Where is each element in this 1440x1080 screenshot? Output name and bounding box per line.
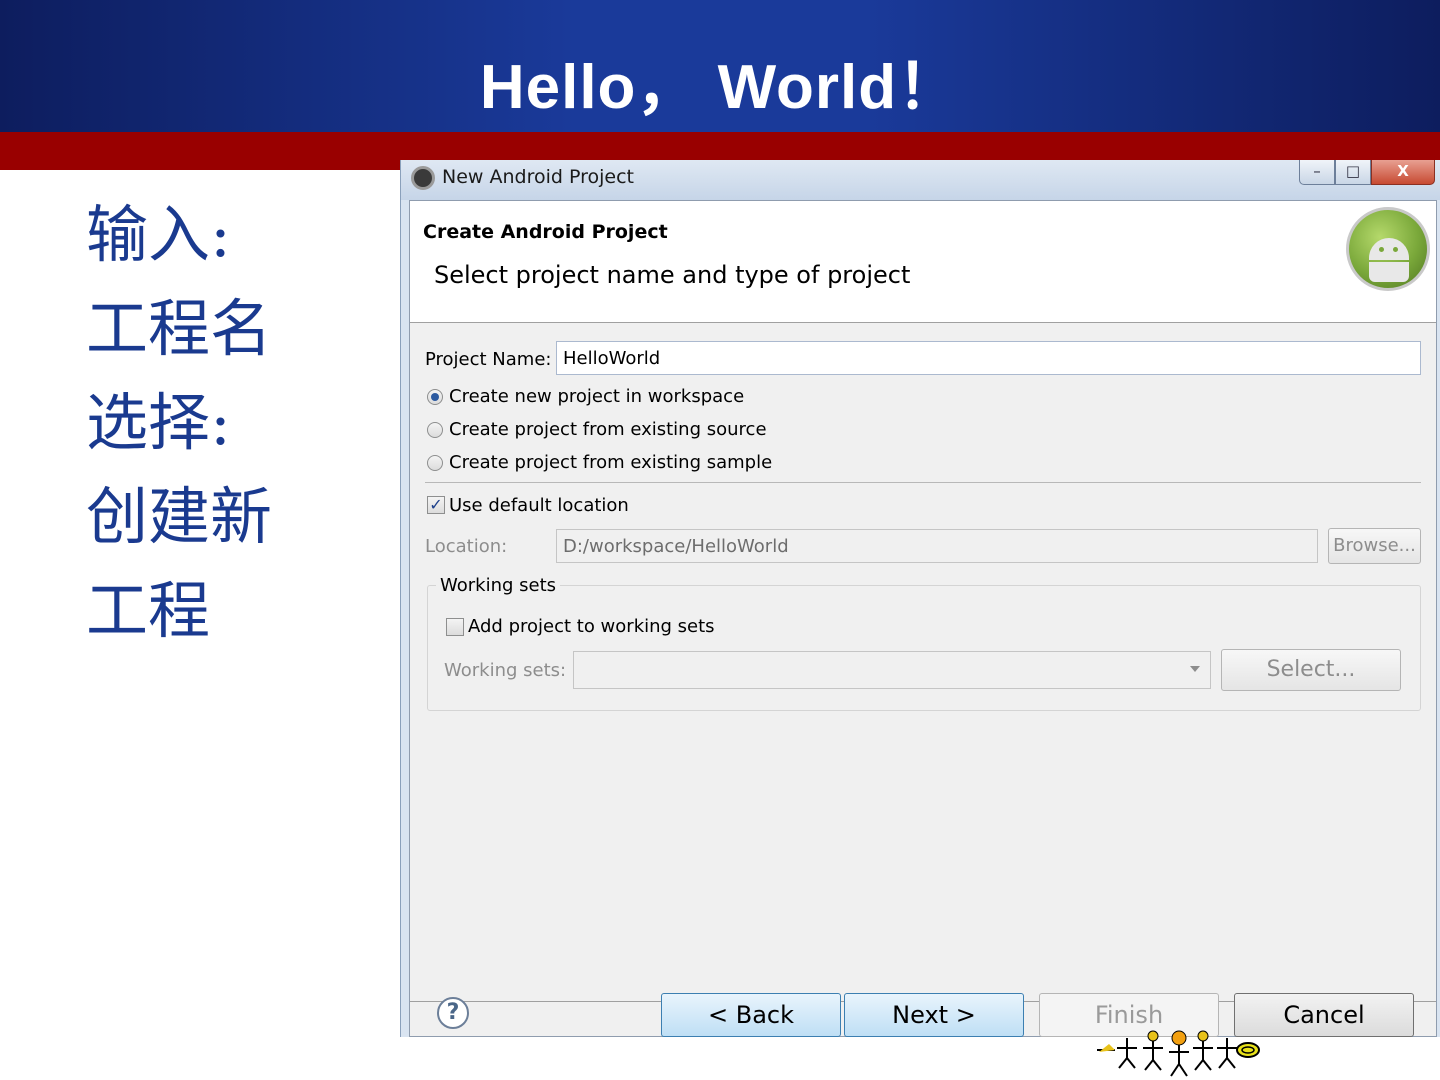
- left-line: 创建新: [86, 480, 273, 553]
- use-default-location-label[interactable]: Use default location: [449, 495, 629, 516]
- slide-title: Hello， World！: [479, 53, 961, 122]
- window-controls: – □ X: [1299, 160, 1435, 186]
- new-android-project-window: New Android Project – □ X Create Android…: [400, 160, 1440, 1037]
- left-line: 工程: [86, 574, 211, 647]
- use-default-location-checkbox[interactable]: ✓: [427, 496, 445, 514]
- left-line: 输入:: [86, 198, 231, 271]
- android-logo-icon: [1346, 207, 1430, 291]
- browse-button[interactable]: Browse...: [1328, 528, 1421, 564]
- add-to-working-sets-checkbox[interactable]: [446, 618, 464, 636]
- working-sets-group-title: Working sets: [436, 575, 561, 596]
- slide-header: Hello， World！: [0, 0, 1440, 132]
- window-titlebar[interactable]: New Android Project – □ X: [401, 160, 1440, 200]
- eclipse-app-icon: [411, 166, 435, 190]
- chevron-down-icon: [1190, 666, 1200, 672]
- radio-create-new-label[interactable]: Create new project in workspace: [449, 386, 744, 407]
- next-button[interactable]: Next >: [844, 993, 1024, 1037]
- close-button[interactable]: X: [1371, 160, 1435, 185]
- location-label: Location:: [425, 536, 508, 557]
- radio-existing-sample-label[interactable]: Create project from existing sample: [449, 452, 772, 473]
- banner-subtitle: Select project name and type of project: [434, 261, 911, 289]
- location-input[interactable]: [556, 529, 1318, 563]
- minimize-button[interactable]: –: [1299, 160, 1335, 185]
- back-button[interactable]: < Back: [661, 993, 841, 1037]
- android-body: [1369, 262, 1409, 282]
- add-to-working-sets-label[interactable]: Add project to working sets: [468, 616, 715, 637]
- wizard-banner: Create Android Project Select project na…: [410, 201, 1436, 323]
- window-title: New Android Project: [442, 166, 634, 188]
- slide-left-text: 输入: 工程名 选择: 创建新 工程: [86, 188, 272, 658]
- help-icon[interactable]: ?: [437, 997, 469, 1029]
- radio-create-new[interactable]: [427, 389, 443, 405]
- project-name-input[interactable]: [556, 341, 1421, 375]
- working-sets-group: [427, 585, 1421, 711]
- banner-title: Create Android Project: [423, 221, 668, 243]
- radio-existing-source[interactable]: [427, 422, 443, 438]
- left-line: 选择:: [86, 386, 231, 459]
- radio-existing-sample[interactable]: [427, 455, 443, 471]
- left-line: 工程名: [86, 292, 273, 365]
- maximize-button[interactable]: □: [1335, 160, 1371, 185]
- android-eye: [1393, 247, 1398, 252]
- android-head: [1369, 238, 1409, 260]
- select-working-sets-button[interactable]: Select...: [1221, 649, 1401, 691]
- working-sets-label: Working sets:: [444, 660, 567, 681]
- working-sets-combo[interactable]: [573, 651, 1211, 689]
- section-divider: [425, 482, 1421, 483]
- radio-existing-source-label[interactable]: Create project from existing source: [449, 419, 767, 440]
- dialog-client-area: Create Android Project Select project na…: [409, 200, 1437, 1037]
- stick-figures-decoration: [1097, 1030, 1260, 1077]
- android-eye: [1379, 247, 1384, 252]
- project-name-label: Project Name:: [425, 349, 552, 370]
